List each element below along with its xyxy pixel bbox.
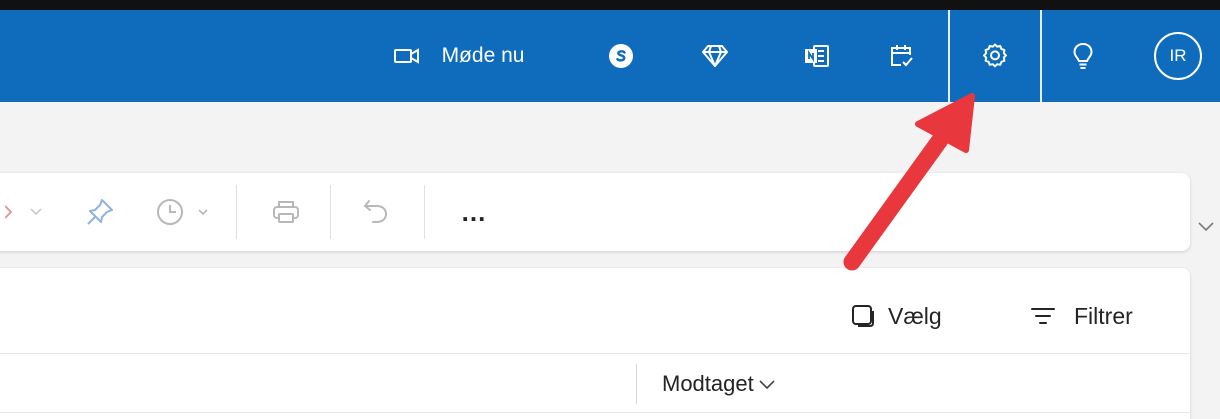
avatar: IR	[1154, 32, 1202, 80]
column-header-received[interactable]: Modtaget	[662, 366, 776, 402]
panel-divider	[0, 353, 1190, 354]
clock-icon	[155, 197, 215, 227]
avatar-initials: IR	[1169, 46, 1187, 65]
column-received-label: Modtaget	[662, 371, 754, 396]
video-camera-icon	[393, 47, 420, 65]
skype-icon	[608, 43, 634, 69]
diamond-icon	[702, 44, 728, 68]
undo-button[interactable]	[346, 173, 406, 251]
premium-button[interactable]	[690, 10, 740, 102]
message-list-panel: Vælg Filtrer Modtaget	[0, 268, 1190, 419]
meet-now-button[interactable]: Møde nu	[364, 10, 554, 102]
tips-button[interactable]	[1058, 10, 1108, 102]
pin-button[interactable]	[70, 173, 130, 251]
filter-button[interactable]: Filtrer	[1030, 296, 1133, 336]
lightbulb-icon	[1072, 42, 1094, 70]
account-button[interactable]: IR	[1148, 10, 1208, 102]
more-actions-button[interactable]: ...	[444, 173, 504, 251]
flag-icon	[5, 202, 45, 222]
filter-label: Filtrer	[1074, 302, 1133, 329]
chevron-down-icon	[758, 378, 776, 390]
filter-icon	[1030, 306, 1056, 326]
flag-button[interactable]	[0, 173, 50, 251]
select-button[interactable]: Vælg	[850, 296, 942, 336]
undo-icon	[361, 197, 391, 227]
skype-button[interactable]	[596, 10, 646, 102]
onenote-feed-button[interactable]	[792, 10, 842, 102]
outlook-header-bar: Møde nu IR	[0, 10, 1220, 102]
calendar-check-icon	[888, 43, 914, 69]
chevron-down-icon[interactable]	[1196, 220, 1216, 239]
window-top-edge	[0, 0, 1220, 10]
gear-icon	[981, 42, 1009, 70]
my-day-button[interactable]	[876, 10, 926, 102]
command-toolbar: ...	[0, 173, 1190, 251]
panel-divider	[0, 412, 1190, 413]
toolbar-separator	[330, 185, 331, 239]
toolbar-separator	[236, 185, 237, 239]
print-button[interactable]	[256, 173, 316, 251]
select-label: Vælg	[888, 302, 942, 329]
more-actions-label: ...	[461, 197, 487, 227]
onenote-icon	[804, 44, 830, 68]
toolbar-separator	[424, 185, 425, 239]
checkbox-icon	[850, 303, 876, 329]
pin-icon	[85, 197, 115, 227]
settings-divider-right	[1040, 10, 1042, 102]
print-icon	[271, 198, 301, 226]
column-separator[interactable]	[636, 364, 637, 404]
settings-button[interactable]	[950, 10, 1040, 102]
snooze-button[interactable]	[150, 173, 220, 251]
meet-now-label: Møde nu	[441, 44, 525, 67]
